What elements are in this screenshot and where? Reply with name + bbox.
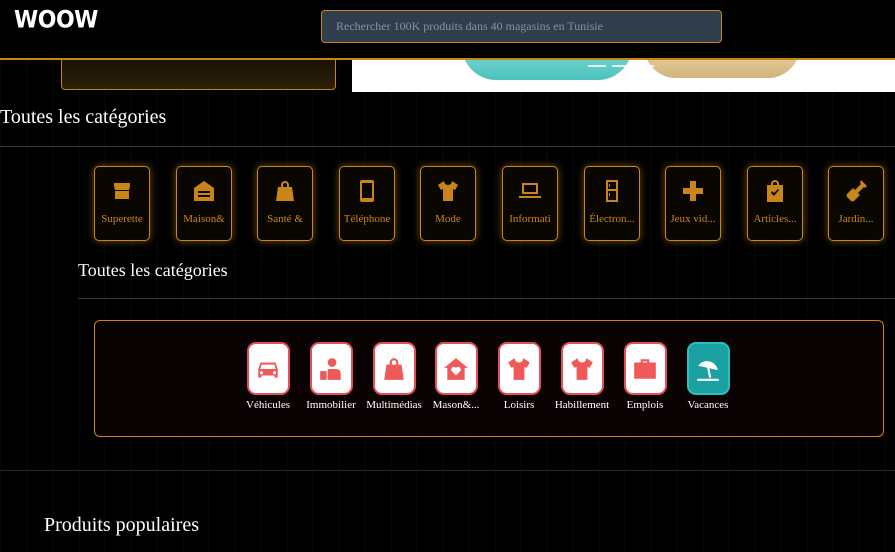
category-tile[interactable]: Jardin... bbox=[828, 166, 884, 241]
subcategory-item[interactable]: Mason&... bbox=[425, 342, 487, 411]
category-tile[interactable]: Électron... bbox=[584, 166, 640, 241]
category-label: Jeux vid... bbox=[670, 213, 716, 225]
divider bbox=[78, 298, 895, 299]
category-label: Superette bbox=[101, 213, 143, 225]
section-title: Toutes les catégories bbox=[0, 106, 167, 128]
subcategory-label: Loisirs bbox=[503, 399, 535, 411]
subcategory-item[interactable]: Habillement bbox=[551, 342, 613, 411]
gamepad-icon bbox=[683, 181, 703, 201]
tshirt-icon bbox=[438, 181, 458, 201]
subcategory-label: Emplois bbox=[626, 399, 664, 411]
home-heart-icon bbox=[444, 357, 468, 380]
shopping-bag-icon bbox=[767, 180, 783, 202]
subcategory-item[interactable]: Véhicules bbox=[237, 342, 299, 411]
category-tile[interactable]: Mode bbox=[420, 166, 476, 241]
fridge-icon bbox=[606, 180, 618, 202]
category-label: Mode bbox=[435, 213, 461, 225]
shovel-icon bbox=[846, 180, 867, 202]
phone-icon bbox=[360, 180, 374, 202]
subcategory-item[interactable]: Multimédias bbox=[363, 342, 425, 411]
category-label: Maison& bbox=[183, 213, 225, 225]
section-title: Toutes les catégories bbox=[78, 260, 228, 280]
category-tile[interactable]: Jeux vid... bbox=[665, 166, 721, 241]
car-icon bbox=[258, 362, 278, 378]
laptop-icon bbox=[519, 183, 541, 198]
header: WOOW bbox=[0, 0, 895, 60]
category-label: Électron... bbox=[589, 213, 635, 225]
tshirt-icon bbox=[571, 357, 593, 380]
category-tile[interactable]: Superette bbox=[94, 166, 150, 241]
subcategory-label: Véhicules bbox=[246, 399, 290, 411]
subcategory-item[interactable]: Immobilier bbox=[300, 342, 362, 411]
hero-banner-left[interactable] bbox=[61, 58, 336, 90]
section-title: Produits populaires bbox=[44, 514, 199, 536]
beach-icon bbox=[697, 360, 719, 381]
agent-icon bbox=[320, 357, 341, 380]
logo[interactable]: WOOW bbox=[14, 7, 98, 35]
category-tile[interactable]: Santé & bbox=[257, 166, 313, 241]
subcategory-item[interactable]: Loisirs bbox=[488, 342, 550, 411]
subcategory-label: Vacances bbox=[687, 399, 729, 411]
subcategory-item[interactable]: Vacances bbox=[677, 342, 739, 411]
category-tile[interactable]: Informati bbox=[502, 166, 558, 241]
category-tile[interactable]: Maison& bbox=[176, 166, 232, 241]
hero-banner-right[interactable] bbox=[352, 60, 895, 92]
category-label: Jardin... bbox=[838, 213, 874, 225]
briefcase-icon bbox=[634, 358, 656, 379]
subcategory-label: Immobilier bbox=[306, 399, 356, 411]
subcategory-label: Mason&... bbox=[432, 399, 480, 411]
divider bbox=[0, 470, 895, 471]
bag-icon bbox=[276, 181, 294, 201]
product-image bbox=[462, 60, 632, 80]
subcategory-panel: Véhicules Immobilier Multimédias Mason&.… bbox=[94, 320, 884, 437]
subcategory-label: Habillement bbox=[554, 399, 610, 411]
product-image bbox=[644, 60, 800, 78]
subcategory-label: Multimédias bbox=[366, 399, 422, 411]
subcategory-item[interactable]: Emplois bbox=[614, 342, 676, 411]
tshirt-icon bbox=[508, 357, 530, 380]
divider bbox=[0, 146, 895, 147]
house-icon bbox=[194, 181, 214, 201]
category-label: Santé & bbox=[267, 213, 303, 225]
bag-icon bbox=[384, 357, 404, 380]
category-label: Articles... bbox=[753, 213, 797, 225]
category-tile[interactable]: Articles... bbox=[747, 166, 803, 241]
category-label: Informati bbox=[509, 213, 551, 225]
category-label: Téléphone bbox=[343, 213, 391, 225]
carousel-dots[interactable] bbox=[588, 65, 654, 67]
category-tile[interactable]: Téléphone bbox=[339, 166, 395, 241]
search-input[interactable] bbox=[321, 10, 722, 43]
store-icon bbox=[114, 183, 130, 199]
